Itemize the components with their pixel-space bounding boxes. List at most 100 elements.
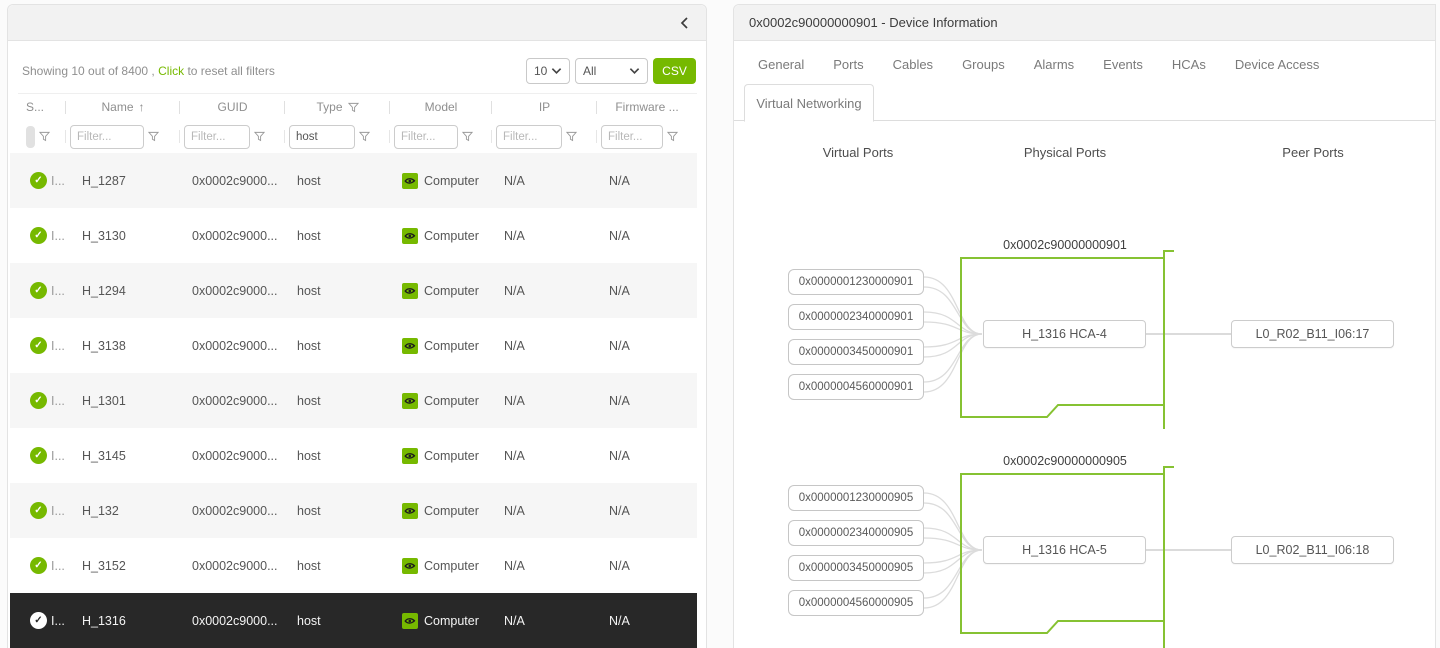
column-header-firmware[interactable]: Firmware ... — [597, 94, 697, 120]
filter-cell-firmware — [597, 120, 697, 153]
table-row[interactable]: ✓I...H_31380x0002c9000...hostComputerN/A… — [10, 318, 697, 373]
table-header-row: S... Name ↑ GUID Type Model IP Firmware … — [18, 93, 697, 120]
filter-icon[interactable] — [148, 131, 159, 142]
guid-filter-input[interactable] — [184, 125, 250, 149]
type-filter-input[interactable] — [289, 125, 355, 149]
ip-filter-input[interactable] — [496, 125, 562, 149]
peer-port[interactable]: L0_R02_B11_I06:17 — [1231, 320, 1394, 348]
peer-port[interactable]: L0_R02_B11_I06:18 — [1231, 536, 1394, 564]
guid-cell: 0x0002c9000... — [180, 284, 285, 298]
name-cell: H_3130 — [66, 229, 180, 243]
table-row[interactable]: ✓I...H_13160x0002c9000...hostComputerN/A… — [10, 593, 697, 648]
physical-port[interactable]: H_1316 HCA-4 — [983, 320, 1146, 348]
type-cell: host — [285, 284, 390, 298]
virtual-port[interactable]: 0x0000004560000901 — [788, 374, 924, 400]
guid-cell: 0x0002c9000... — [180, 229, 285, 243]
virtual-port[interactable]: 0x0000002340000905 — [788, 520, 924, 546]
name-cell: H_3152 — [66, 559, 180, 573]
column-header-type[interactable]: Type — [285, 94, 390, 120]
filter-cell-model — [390, 120, 492, 153]
model-filter-input[interactable] — [394, 125, 458, 149]
name-cell: H_1287 — [66, 174, 180, 188]
filter-icon[interactable] — [254, 131, 265, 142]
filter-icon[interactable] — [462, 131, 473, 142]
model-cell: Computer — [390, 173, 492, 189]
table-row[interactable]: ✓I...H_31450x0002c9000...hostComputerN/A… — [10, 428, 697, 483]
firmware-cell: N/A — [597, 229, 697, 243]
status-filter-control[interactable] — [26, 126, 35, 148]
table-row[interactable]: ✓I...H_13010x0002c9000...hostComputerN/A… — [10, 373, 697, 428]
ip-cell: N/A — [492, 339, 597, 353]
virtual-port[interactable]: 0x0000001230000901 — [788, 269, 924, 295]
type-cell: host — [285, 174, 390, 188]
name-cell: H_1316 — [66, 614, 180, 628]
firmware-cell: N/A — [597, 559, 697, 573]
type-cell: host — [285, 394, 390, 408]
collapse-panel-icon[interactable] — [677, 15, 693, 31]
column-header-ip[interactable]: IP — [492, 94, 597, 120]
status-ok-icon: ✓ — [30, 392, 47, 409]
sort-asc-icon[interactable]: ↑ — [139, 100, 145, 114]
model-label: Computer — [424, 559, 479, 573]
filter-icon[interactable] — [39, 131, 50, 142]
filter-icon[interactable] — [359, 131, 370, 142]
firmware-cell: N/A — [597, 449, 697, 463]
reset-filters-link[interactable]: Click — [158, 64, 184, 78]
name-filter-input[interactable] — [70, 125, 144, 149]
filter-icon[interactable] — [566, 131, 577, 142]
ip-cell: N/A — [492, 449, 597, 463]
status-label: I... — [51, 229, 65, 243]
left-panel-header — [8, 5, 706, 41]
nvidia-logo-icon — [402, 393, 418, 409]
status-label: I... — [51, 339, 65, 353]
model-label: Computer — [424, 449, 479, 463]
type-cell: host — [285, 559, 390, 573]
status-cell: ✓I... — [18, 282, 66, 299]
model-label: Computer — [424, 229, 479, 243]
name-cell: H_1294 — [66, 284, 180, 298]
table-row[interactable]: ✓I...H_1320x0002c9000...hostComputerN/AN… — [10, 483, 697, 538]
virtual-port[interactable]: 0x0000003450000905 — [788, 555, 924, 581]
firmware-filter-input[interactable] — [601, 125, 663, 149]
devices-table-panel: Showing 10 out of 8400 , Click to reset … — [7, 4, 707, 648]
virtual-port[interactable]: 0x0000001230000905 — [788, 485, 924, 511]
status-cell: ✓I... — [18, 612, 66, 629]
column-header-name[interactable]: Name ↑ — [66, 94, 180, 120]
table-row[interactable]: ✓I...H_31520x0002c9000...hostComputerN/A… — [10, 538, 697, 593]
column-header-guid[interactable]: GUID — [180, 94, 285, 120]
model-cell: Computer — [390, 228, 492, 244]
scope-value: All — [583, 64, 596, 78]
column-header-model[interactable]: Model — [390, 94, 492, 120]
filter-cell-type — [285, 120, 390, 153]
status-ok-icon: ✓ — [30, 447, 47, 464]
scope-select[interactable]: All — [575, 58, 648, 84]
model-cell: Computer — [390, 558, 492, 574]
virtual-port[interactable]: 0x0000002340000901 — [788, 304, 924, 330]
model-cell: Computer — [390, 503, 492, 519]
table-row[interactable]: ✓I...H_12940x0002c9000...hostComputerN/A… — [10, 263, 697, 318]
nvidia-logo-icon — [402, 448, 418, 464]
filter-icon[interactable] — [667, 131, 678, 142]
virtual-port[interactable]: 0x0000004560000905 — [788, 590, 924, 616]
table-body: ✓I...H_12870x0002c9000...hostComputerN/A… — [10, 153, 697, 648]
csv-export-button[interactable]: CSV — [653, 58, 696, 84]
page-size-select[interactable]: 10 — [526, 58, 570, 84]
firmware-cell: N/A — [597, 339, 697, 353]
ip-cell: N/A — [492, 614, 597, 628]
physical-port[interactable]: H_1316 HCA-5 — [983, 536, 1146, 564]
column-header-status[interactable]: S... — [18, 94, 66, 120]
status-cell: ✓I... — [18, 557, 66, 574]
model-label: Computer — [424, 174, 479, 188]
virtual-port[interactable]: 0x0000003450000901 — [788, 339, 924, 365]
status-cell: ✓I... — [18, 447, 66, 464]
table-filter-row — [18, 120, 697, 154]
model-label: Computer — [424, 614, 479, 628]
chevron-down-icon — [629, 67, 640, 75]
nvidia-logo-icon — [402, 558, 418, 574]
table-row[interactable]: ✓I...H_31300x0002c9000...hostComputerN/A… — [10, 208, 697, 263]
tab-virtual-networking[interactable]: Virtual Networking — [744, 84, 874, 122]
filter-icon[interactable] — [348, 102, 359, 113]
table-row[interactable]: ✓I...H_12870x0002c9000...hostComputerN/A… — [10, 153, 697, 208]
fan-connectors-group-1 — [924, 277, 982, 392]
results-summary: Showing 10 out of 8400 , Click to reset … — [22, 64, 275, 78]
